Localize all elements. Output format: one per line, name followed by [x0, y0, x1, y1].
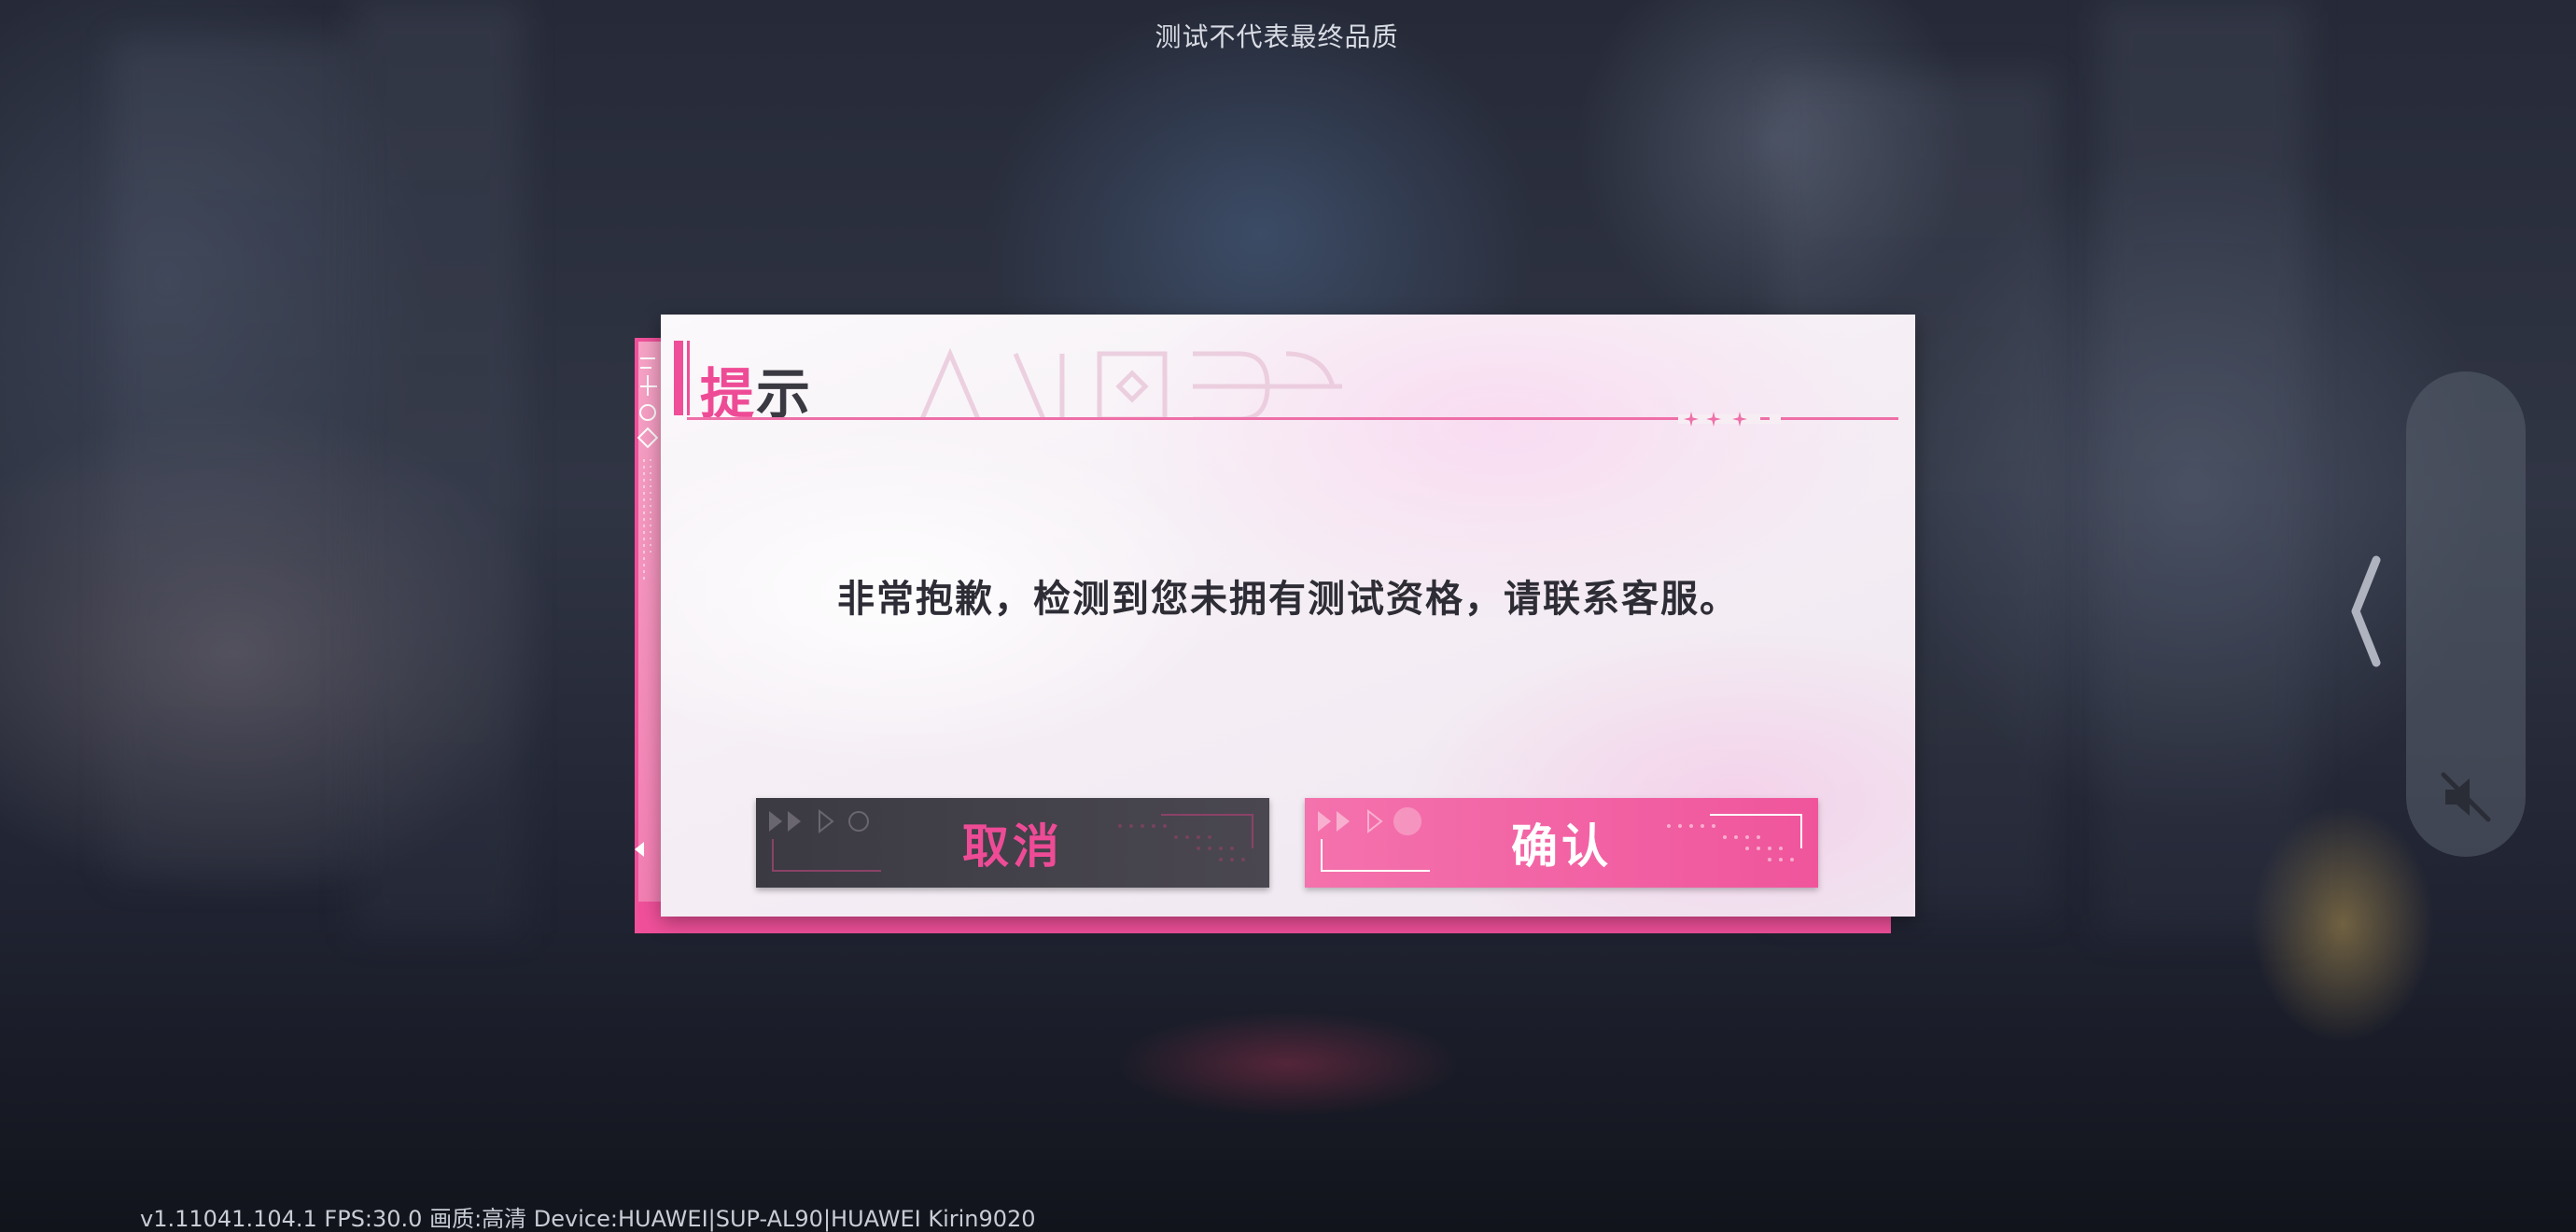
background-blur-shape	[2100, 0, 2305, 933]
dialog-message: 非常抱歉，检测到您未拥有测试资格，请联系客服。	[837, 578, 1739, 621]
speaker-muted-icon[interactable]	[2438, 769, 2494, 825]
title-accent-line	[687, 341, 690, 415]
confirm-button[interactable]: 确认	[1305, 798, 1818, 888]
test-quality-notice: 测试不代表最终品质	[1155, 21, 1399, 52]
dialog-title-rest: 示	[756, 362, 813, 426]
prompt-dialog: 提示 非常抱歉，检测到您未拥有测试资格，请联系客服。 取消 确认	[661, 315, 1915, 917]
side-ornament-icon	[637, 357, 659, 581]
background-blur-shape	[112, 37, 355, 877]
background-blur-shape	[355, 0, 523, 933]
pointer-arrow-icon	[635, 842, 644, 857]
title-watermark-graphic	[919, 347, 1342, 419]
sparkle-ornament-icon	[1678, 412, 1781, 427]
cancel-button-label: 取消	[962, 819, 1063, 874]
game-background: 测试不代表最终品质 提示 非常抱歉，检测到您未拥有测试资格，请联系客服。 取消 …	[0, 0, 2576, 1232]
version-info: v1.11041.104.1 FPS:30.0 画质:高清 Device:HUA…	[140, 1206, 1036, 1232]
title-accent-bar	[674, 341, 683, 415]
chevron-left-icon[interactable]	[2343, 551, 2389, 672]
confirm-button-label: 确认	[1511, 819, 1612, 874]
dialog-title-first-char: 提	[700, 362, 757, 426]
cancel-button[interactable]: 取消	[756, 798, 1269, 888]
